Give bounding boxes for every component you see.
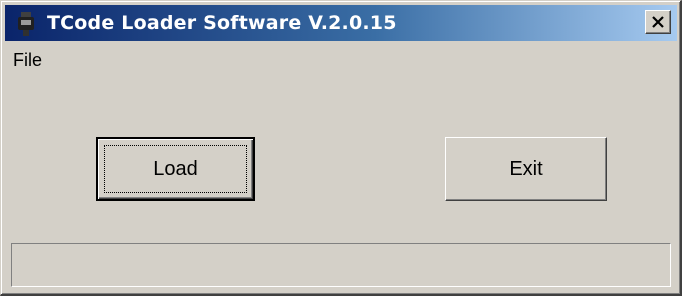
close-button[interactable] <box>645 10 671 34</box>
tcode-app-icon <box>18 12 34 36</box>
window-title: TCode Loader Software V.2.0.15 <box>47 12 397 34</box>
exit-button-label: Exit <box>509 157 543 180</box>
close-x-icon <box>652 16 664 28</box>
status-bar <box>11 243 671 287</box>
load-button-label: Load <box>153 157 198 180</box>
menu-file[interactable]: File <box>5 48 50 73</box>
menu-bar: File <box>5 45 677 75</box>
app-window: TCode Loader Software V.2.0.15 File Load… <box>0 0 682 296</box>
load-button[interactable]: Load <box>96 137 255 201</box>
title-bar[interactable]: TCode Loader Software V.2.0.15 <box>5 5 677 41</box>
exit-button[interactable]: Exit <box>445 137 607 201</box>
